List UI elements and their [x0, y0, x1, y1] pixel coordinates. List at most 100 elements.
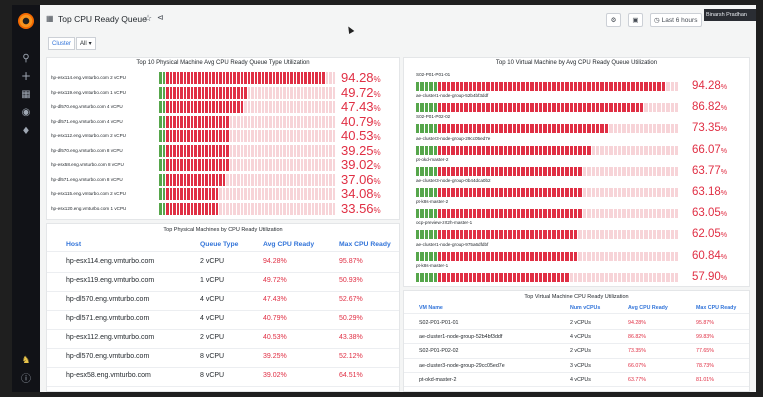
table-row-name[interactable]: hp-esx119.eng.vmturbo.com [66, 277, 154, 284]
table-cell: 3 vCPUs [570, 362, 591, 369]
table-cell: 8 vCPU [200, 372, 225, 379]
tv-mode-icon[interactable]: ▣ [628, 13, 643, 27]
row-divider [404, 357, 749, 359]
table-row-name[interactable]: pt-okd-master-2 [419, 377, 456, 383]
time-picker[interactable]: ◷ Last 6 hours [650, 13, 702, 27]
gauge-bar [416, 145, 679, 155]
gauge-row: hp-esx114.eng.vmturbo.com 2 vCPU 94.28% [47, 70, 399, 85]
gauge-row: ae-cluster3-node-group-29cc05ed7e 66.07% [404, 136, 749, 157]
gauge-row: ae-cluster3-node-group-0b44dca0b2 63.18% [404, 178, 749, 199]
table-cell: 4 vCPU [200, 296, 225, 303]
table-row-name[interactable]: S02-P01-P01-01 [419, 320, 458, 326]
gauge-label: hp-dl571.eng.vmturbo.com 4 vCPU [51, 118, 123, 124]
gauge-label: hp-esx115.eng.vmturbo.com 2 vCPU [51, 191, 126, 196]
column-header[interactable]: Queue Type [200, 241, 238, 248]
gauge-value: 94.28% [341, 70, 381, 85]
gauge-bar [159, 72, 336, 84]
table-row-name[interactable]: hp-dl571.eng.vmturbo.com [66, 391, 149, 392]
column-header[interactable]: Max CPU Ready [696, 305, 736, 311]
gauge-value: 33.56% [341, 200, 381, 216]
gauge-row: pt-okd-master-2 63.77% [404, 157, 749, 178]
gauge-label: pt-okd-master-2 [416, 156, 449, 162]
table-row-name[interactable]: hp-esx114.eng.vmturbo.com [66, 258, 154, 265]
gauge-row: S02-P01-P01-01 94.28% [404, 72, 749, 93]
gauge-value: 40.79% [341, 113, 381, 129]
gauge-label: S02-P01-P02-02 [416, 114, 451, 120]
table-row-name[interactable]: ae-cluster1-node-group-52b4bf3ddf [419, 334, 502, 340]
gauge-bar [416, 272, 679, 282]
gauge-bar [416, 166, 679, 176]
table-cell: 95.87% [339, 258, 363, 265]
table-row-name[interactable]: ae-cluster3-node-group-29cc05ed7e [419, 363, 505, 369]
vm-gauge-panel: Top 10 Virtual Machine by Avg CPU Ready … [403, 57, 750, 287]
dashboard-title[interactable]: Top CPU Ready Queue [58, 14, 147, 24]
row-divider [47, 310, 399, 311]
table-row-name[interactable]: hp-dl570.eng.vmturbo.com [66, 353, 149, 360]
table-row-name[interactable]: hp-dl571.eng.vmturbo.com [66, 315, 149, 322]
table-cell: 95.87% [696, 320, 714, 326]
row-divider [47, 329, 399, 330]
table-cell: 4 vCPU [200, 315, 225, 322]
table-cell: 94.28% [628, 320, 646, 326]
gauge-bar [416, 230, 679, 240]
header-divider [47, 250, 399, 252]
dashboards-icon[interactable]: ▦ [12, 88, 40, 102]
column-header[interactable]: Avg CPU Ready [263, 241, 314, 248]
gauge-row: ae-cluster1-node-group-52b4bf3ddf 86.82% [404, 93, 749, 114]
pm-table-panel: Top Physical Machines by CPU Ready Utili… [46, 223, 400, 392]
table-cell: 56.87% [339, 391, 363, 392]
explore-icon[interactable]: ◉ [12, 106, 40, 120]
table-cell: 43.38% [339, 334, 363, 341]
time-range-label: Last 6 hours [661, 16, 698, 24]
header-divider [404, 313, 749, 315]
table-cell: 73.35% [628, 348, 646, 355]
plus-icon[interactable]: + [12, 69, 40, 83]
table-row-name[interactable]: hp-esx58.eng.vmturbo.com [66, 372, 151, 379]
table-row-name[interactable]: hp-dl570.eng.vmturbo.com [66, 296, 149, 303]
settings-gear-icon[interactable]: ⚙ [606, 13, 621, 27]
gauge-value: 63.77% [692, 164, 728, 177]
search-icon[interactable]: ⚲ [12, 52, 40, 66]
grafana-logo-icon[interactable] [18, 13, 34, 29]
gauge-row: S02-P01-P02-02 73.35% [404, 114, 749, 135]
column-header[interactable]: VM Name [419, 305, 443, 311]
gauge-bar [416, 188, 679, 197]
gauge-row: hp-esx58.eng.vmturbo.com 8 vCPU 39.02% [47, 157, 399, 172]
panel-title: Top 10 Virtual Machine by Avg CPU Ready … [495, 60, 658, 66]
cluster-variable-select[interactable]: All ▾ [76, 37, 96, 50]
variables-bar: Cluster All ▾ [40, 37, 440, 51]
gauge-row: ocp-preview-zrt2h-master-1 62.05% [404, 220, 749, 241]
row-divider [47, 272, 399, 273]
star-icon[interactable]: ☆ [144, 13, 152, 24]
gauge-value: 40.53% [341, 128, 381, 143]
gauge-value: 57.90% [692, 270, 728, 283]
column-header[interactable]: Avg CPU Ready [628, 305, 668, 311]
gauge-label: ae-cluster1-node-group-975a6dfdbf [416, 241, 489, 247]
table-row-name[interactable]: S02-P01-P02-02 [419, 348, 458, 354]
gauge-bar [159, 188, 336, 200]
alerting-icon[interactable]: ♦ [12, 125, 40, 139]
gauge-row: hp-dl570.eng.vmturbo.com 4 vCPU 47.43% [47, 99, 399, 114]
table-cell: 2 vCPUs [570, 348, 591, 355]
table-row-name[interactable]: hp-esx112.eng.vmturbo.com [66, 334, 154, 341]
gauge-row: hp-esx120.eng.vmturbo.com 1 vCPU 33.56% [47, 200, 399, 216]
column-header[interactable]: Max CPU Ready [339, 241, 391, 248]
gauge-value: 86.82% [692, 101, 728, 114]
gauge-value: 39.25% [341, 142, 381, 158]
gauge-label: ae-cluster1-node-group-52b4bf3ddf [416, 93, 489, 99]
share-icon[interactable]: ⊲ [157, 13, 164, 22]
panel-title: Top Physical Machines by CPU Ready Utili… [163, 227, 283, 233]
table-cell: 52.67% [339, 296, 363, 303]
gauge-label: hp-esx120.eng.vmturbo.com 1 vCPU [51, 205, 127, 211]
gauge-label: hp-dl571.eng.vmturbo.com 8 vCPU [51, 176, 123, 182]
user-avatar-icon[interactable]: ♞ [12, 354, 40, 368]
gauge-label: hp-dl570.eng.vmturbo.com 4 vCPU [51, 104, 123, 109]
column-header[interactable]: Num vCPUs [570, 305, 600, 311]
column-header[interactable]: Host [66, 241, 81, 248]
browser-frame: ⚲ + ▦ ◉ ♦ ♞ ⓘ ▦ Top CPU Ready Queue ☆ ⊲ … [12, 5, 756, 392]
dashboard-grid-icon[interactable]: ▦ [46, 14, 54, 23]
cluster-variable-label: Cluster [48, 37, 76, 50]
row-divider [404, 386, 749, 387]
help-icon[interactable]: ⓘ [12, 373, 40, 387]
gauge-value: 62.05% [692, 228, 728, 241]
